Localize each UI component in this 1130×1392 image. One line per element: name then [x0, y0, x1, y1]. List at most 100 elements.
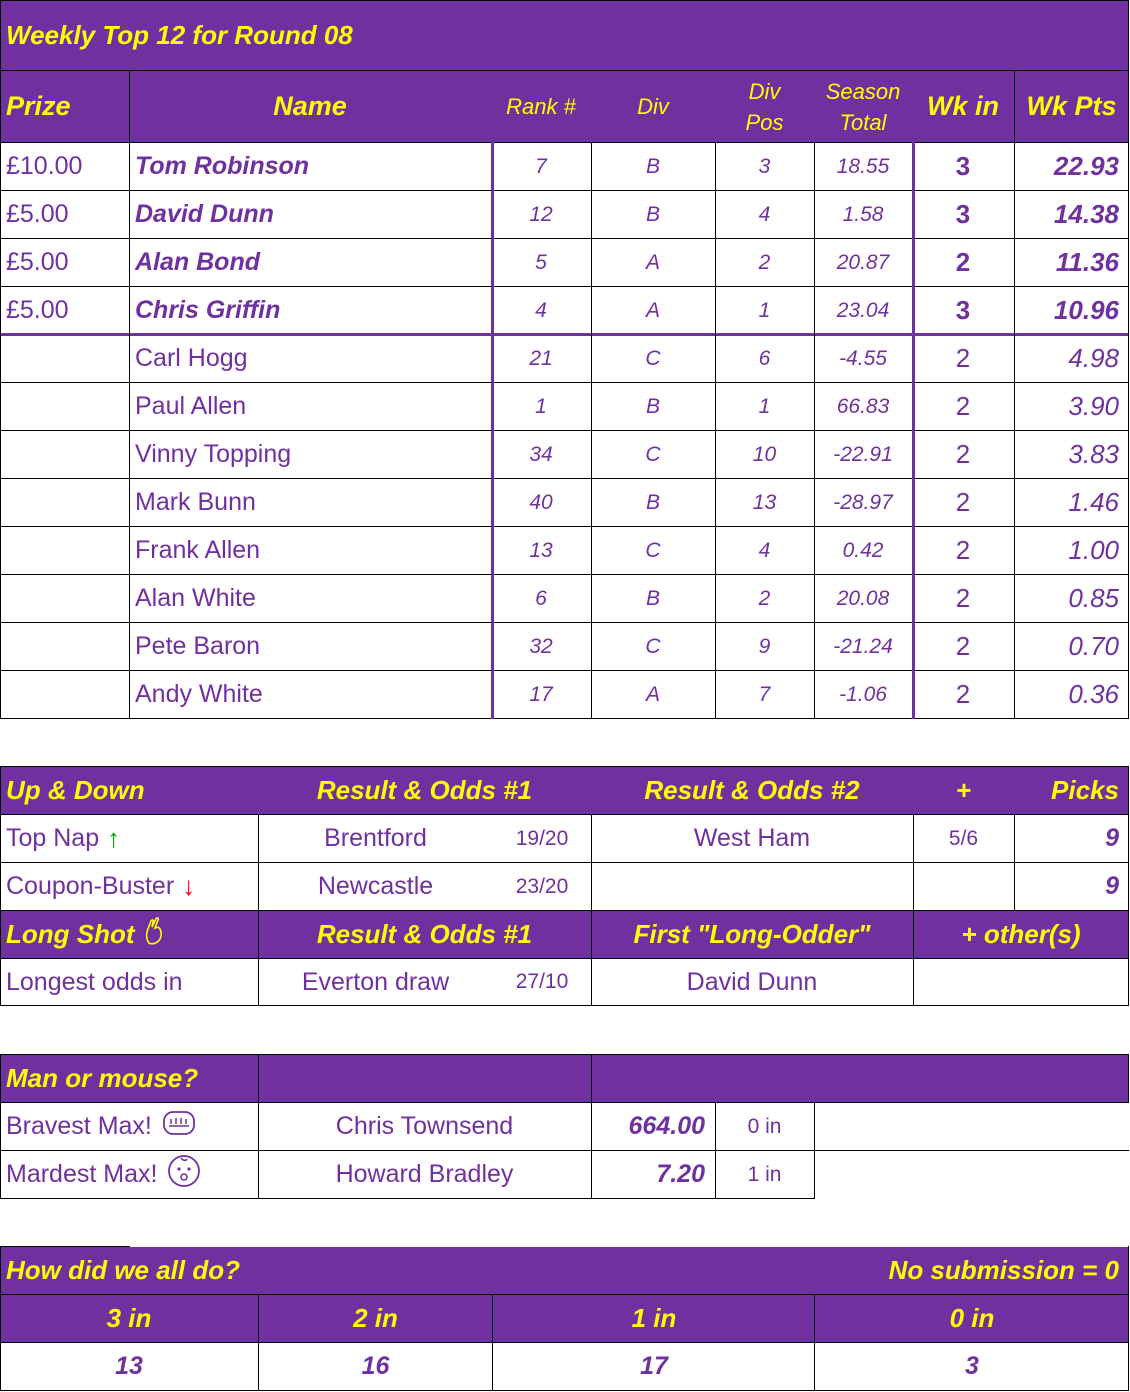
longshot-header-row: Long Shot Result & Odds #1 First "Long-O…	[0, 911, 1129, 958]
grid-line	[0, 0, 1, 719]
grid-line	[1128, 1054, 1129, 1103]
howdid-col-2in: 2 in	[353, 1303, 398, 1333]
grid-line	[0, 190, 1129, 191]
manmouse-header: Man or mouse?	[6, 1063, 199, 1093]
cell-divpos: 6	[758, 346, 771, 370]
grid-line	[1128, 0, 1129, 719]
cell-wkin: 2	[955, 439, 971, 469]
arrow-down-icon: ↓	[182, 871, 196, 901]
grid-line	[912, 142, 915, 719]
cell-wkpts: 14.38	[1053, 199, 1119, 229]
howdid-count-3in: 13	[115, 1352, 143, 1380]
bravest-label: Bravest Max!	[0, 1103, 258, 1150]
baby-face-icon	[167, 1154, 201, 1195]
longshot-team: Everton draw	[301, 967, 450, 996]
howdid-col-0in: 0 in	[949, 1303, 995, 1333]
cell-wkpts: 10.96	[1053, 295, 1119, 325]
bravest-row: Bravest Max! Chris Townsend 664.00 0 in	[0, 1103, 1129, 1150]
cell-wkin: 2	[955, 343, 971, 373]
grid-line	[258, 814, 259, 1006]
mardest-in: 1 in	[747, 1162, 782, 1186]
cell-prize: £10.00	[6, 152, 83, 180]
longshot-label: Long Shot	[0, 911, 258, 958]
wkpts-header: Wk Pts	[1026, 91, 1117, 121]
longshot-res1-header: Result & Odds #1	[316, 919, 533, 949]
howdid-count-0in: 3	[965, 1352, 979, 1380]
grid-line	[258, 1054, 259, 1199]
cell-wkpts: 22.93	[1053, 151, 1119, 181]
cell-prize	[0, 431, 129, 478]
divpos-header-line1: Div	[748, 78, 781, 104]
updown-picks-header: Picks	[1051, 775, 1119, 805]
howdid-count-2in: 16	[361, 1352, 390, 1380]
grid-line	[715, 1102, 716, 1199]
mardest-row: Mardest Max! Howard Bradley 7.20 1 in	[0, 1151, 1129, 1198]
cell-rank: 21	[529, 346, 553, 370]
cell-prize	[0, 575, 129, 622]
grid-line	[0, 766, 1, 1006]
cell-wkin: 2	[955, 535, 971, 565]
cell-name: Chris Griffin	[135, 296, 281, 324]
cell-divpos: 1	[758, 298, 771, 322]
cell-wkin: 3	[955, 151, 971, 181]
cell-div: B	[645, 586, 660, 610]
grid-line	[0, 238, 1129, 239]
grid-line	[913, 814, 914, 1006]
grid-line	[715, 142, 716, 719]
prize-header: Prize	[6, 91, 71, 121]
table-row: Mark Bunn 40 B 13 -28.97 2 1.46	[0, 479, 1129, 526]
cell-prize	[0, 383, 129, 430]
updown-header-row: Up & Down Result & Odds #1 Result & Odds…	[0, 767, 1129, 814]
season-header-line1: Season	[825, 78, 901, 104]
cell-name: Tom Robinson	[135, 152, 310, 180]
rank-header: Rank #	[506, 93, 576, 119]
cell-divpos: 3	[758, 154, 771, 178]
grid-line	[591, 142, 592, 719]
grid-line	[0, 478, 1129, 479]
grid-line	[591, 814, 592, 1006]
longshot-text: Long Shot	[6, 919, 135, 949]
grid-line	[0, 766, 1129, 767]
cell-season: 0.42	[842, 538, 884, 562]
top-nap-team1: Brentford	[324, 824, 427, 852]
cell-season: 18.55	[836, 154, 890, 178]
cell-prize	[0, 479, 129, 526]
grid-line	[0, 1005, 1129, 1006]
cell-div: C	[645, 634, 661, 658]
grid-line	[0, 1246, 1, 1391]
cell-wkin: 2	[955, 583, 971, 613]
coupon-buster-team1: Newcastle	[317, 872, 434, 900]
cell-rank: 13	[529, 538, 553, 562]
grid-line	[814, 1102, 815, 1199]
grid-line	[0, 958, 1129, 959]
cell-rank: 6	[535, 586, 547, 610]
top-nap-row: Top Nap ↑ Brentford 19/20 West Ham 5/6 9	[0, 815, 1129, 862]
cell-season: 20.08	[836, 586, 890, 610]
cell-wkpts: 0.70	[1068, 631, 1119, 661]
name-header: Name	[273, 91, 347, 121]
cell-season: -28.97	[833, 490, 893, 514]
cell-rank: 1	[535, 394, 547, 418]
table-row: £5.00 Alan Bond 5 A 2 20.87 2 11.36	[0, 239, 1129, 286]
cell-divpos: 10	[752, 442, 777, 466]
longshot-others	[913, 959, 1129, 1005]
grid-line	[0, 1054, 1129, 1055]
grid-line	[0, 1390, 1129, 1391]
cell-name: Frank Allen	[135, 536, 261, 564]
top12-header-row: Prize Name Rank # Div Div Pos Season Tot…	[0, 71, 1129, 142]
cell-name: Mark Bunn	[135, 488, 256, 516]
cell-rank: 40	[529, 490, 553, 514]
grid-line	[0, 574, 1129, 575]
cell-season: -1.06	[839, 682, 887, 706]
cell-wkpts: 3.83	[1068, 439, 1119, 469]
cell-name: Paul Allen	[135, 392, 247, 420]
mardest-label: Mardest Max!	[0, 1151, 258, 1198]
top-nap-text: Top Nap	[6, 824, 100, 852]
grid-line	[0, 1342, 1129, 1343]
cell-wkin: 2	[955, 247, 971, 277]
howdid-header: How did we all do?	[6, 1255, 240, 1285]
manmouse-header-row: Man or mouse?	[0, 1055, 1129, 1102]
grid-line	[0, 142, 1129, 143]
howdid-col-3in: 3 in	[106, 1303, 152, 1333]
grid-line	[0, 0, 1129, 1]
